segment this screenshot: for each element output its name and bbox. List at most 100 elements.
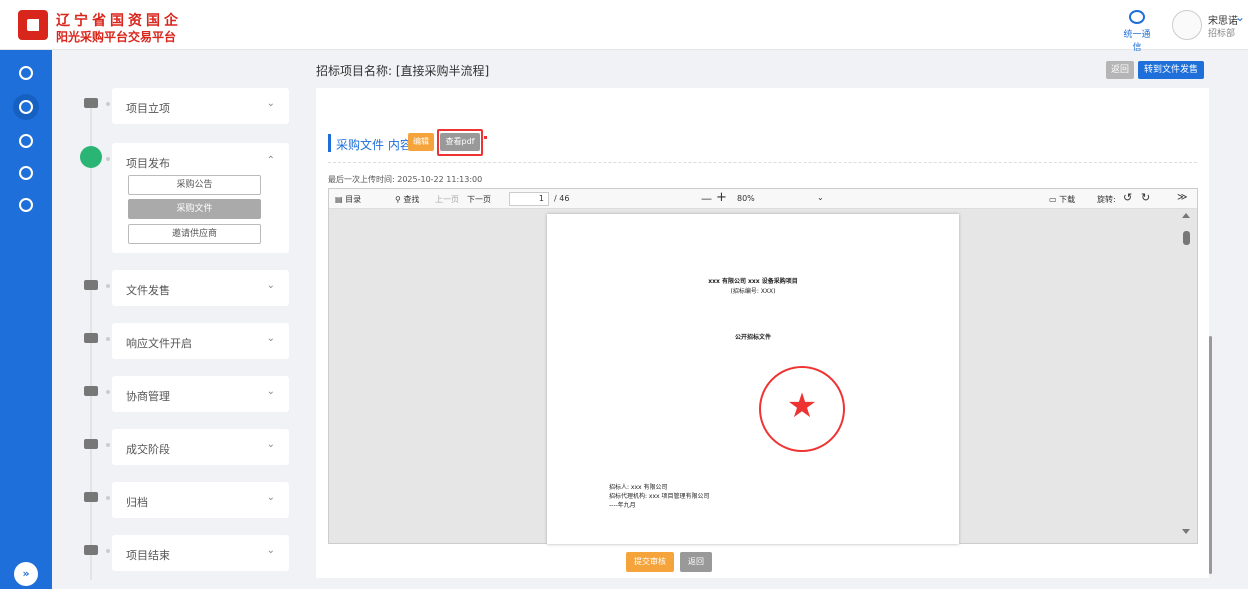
- timeline-dot: [106, 496, 110, 500]
- timeline-dot: [106, 157, 110, 161]
- step-project-initiation[interactable]: 项目立项 ⌄: [112, 88, 289, 124]
- user-name[interactable]: 宋思诺: [1208, 12, 1238, 27]
- scroll-thumb[interactable]: [1183, 231, 1190, 245]
- user-dept: 招标部: [1208, 29, 1236, 39]
- avatar[interactable]: [1172, 10, 1202, 40]
- chat-icon: [1129, 10, 1145, 24]
- page-scrollbar[interactable]: [1209, 336, 1212, 574]
- logo-icon: [18, 10, 48, 40]
- pdf-toolbar: ▤ 目录 ⚲ 查找 上一页 下一页 1 / 46 — + 80% ⌄ ▭ 下载 …: [329, 189, 1197, 209]
- download-label: 下载: [1059, 195, 1076, 204]
- chevron-down-icon[interactable]: ⌄: [267, 98, 275, 109]
- step-label: 归档: [126, 496, 148, 509]
- logo-title: 辽宁省国资国企: [56, 13, 182, 29]
- search-label: 查找: [403, 195, 420, 204]
- more-tools-button[interactable]: ≫: [1177, 192, 1187, 203]
- scroll-up-arrow[interactable]: [1182, 213, 1190, 218]
- step-label: 项目结束: [126, 549, 170, 562]
- sub-purchase-notice[interactable]: 采购公告: [128, 175, 261, 195]
- download-button[interactable]: ▭ 下载: [1049, 194, 1075, 205]
- folder-icon: ▭: [1049, 195, 1057, 204]
- search-button[interactable]: ⚲ 查找: [395, 194, 419, 205]
- doc-agency: 招标代理机构: xxx 项目管理有限公司: [609, 493, 710, 500]
- divider: [328, 162, 1197, 163]
- doc-tenderer: 招标人: xxx 有限公司: [609, 484, 668, 491]
- chevron-down-icon: ⌄: [817, 193, 824, 202]
- zoom-select[interactable]: 80% ⌄: [733, 192, 829, 206]
- step-response-open[interactable]: 响应文件开启 ⌄: [112, 323, 289, 359]
- unified-message-button[interactable]: 统一通信: [1120, 10, 1154, 53]
- prev-page-button[interactable]: 上一页: [435, 194, 459, 205]
- chevron-down-icon[interactable]: ⌄: [267, 280, 275, 291]
- sub-purchase-file[interactable]: 采购文件: [128, 199, 261, 219]
- doc-project-line: xxx 有限公司 xxx 设备采购项目: [708, 278, 798, 285]
- sidebar-toggle-button[interactable]: »: [14, 562, 38, 586]
- briefcase-icon: [80, 146, 102, 168]
- transfer-to-sale-button[interactable]: 转到文件发售: [1138, 61, 1204, 79]
- chevron-down-icon[interactable]: ⌄: [267, 439, 275, 450]
- step-transaction[interactable]: 成交阶段 ⌄: [112, 429, 289, 465]
- chevron-down-icon[interactable]: ⌄: [267, 492, 275, 503]
- step-label: 项目发布: [126, 157, 170, 170]
- timeline-dot: [106, 284, 110, 288]
- page-number-input[interactable]: 1: [509, 192, 549, 206]
- chevron-down-icon[interactable]: ⌄: [267, 386, 275, 397]
- rotate-cw-icon[interactable]: ↻: [1141, 191, 1150, 204]
- scroll-down-arrow[interactable]: [1182, 529, 1190, 534]
- step-label: 文件发售: [126, 284, 170, 297]
- step-archive[interactable]: 归档 ⌄: [112, 482, 289, 518]
- chevron-up-icon[interactable]: ⌃: [267, 155, 275, 166]
- zoom-out-button[interactable]: —: [701, 192, 712, 205]
- chevron-down-icon[interactable]: ⌄: [1235, 10, 1245, 24]
- zoom-in-button[interactable]: +: [716, 190, 727, 205]
- edit-button[interactable]: 编辑: [408, 133, 434, 151]
- highlight-box: [437, 129, 483, 156]
- user-icon[interactable]: [19, 134, 33, 148]
- pdf-page: xxx 有限公司 xxx 设备采购项目 (招标编号: XXX) 公开招标文件 ★…: [547, 214, 959, 544]
- step-label: 项目立项: [126, 102, 170, 115]
- timeline-dot: [106, 337, 110, 341]
- timeline-dot: [106, 549, 110, 553]
- left-sidebar: »: [0, 50, 52, 589]
- project-icon[interactable]: [19, 100, 33, 114]
- doc-date: ----年九月: [609, 502, 636, 509]
- submit-review-button[interactable]: 提交审核: [626, 552, 674, 572]
- red-seal-stamp: ★: [759, 366, 845, 452]
- briefcase-icon: [84, 492, 98, 502]
- chevron-down-icon[interactable]: ⌄: [267, 545, 275, 556]
- home-icon[interactable]: [19, 66, 33, 80]
- briefcase-icon: [84, 333, 98, 343]
- toc-button[interactable]: ▤ 目录: [335, 194, 361, 205]
- message-label: 统一通信: [1123, 30, 1151, 53]
- briefcase-icon: [84, 386, 98, 396]
- pdf-viewer[interactable]: ▤ 目录 ⚲ 查找 上一页 下一页 1 / 46 — + 80% ⌄ ▭ 下载 …: [328, 188, 1198, 544]
- next-page-button[interactable]: 下一页: [467, 194, 491, 205]
- star-icon: ★: [786, 386, 818, 426]
- briefcase-icon: [84, 280, 98, 290]
- info-icon[interactable]: [19, 198, 33, 212]
- sub-invite-supplier[interactable]: 邀请供应商: [128, 224, 261, 244]
- doc-tender-number: (招标编号: XXX): [730, 288, 776, 295]
- step-label: 响应文件开启: [126, 337, 192, 350]
- toc-label: 目录: [345, 195, 362, 204]
- step-project-release[interactable]: 项目发布 ⌃ 采购公告 采购文件 邀请供应商: [112, 143, 289, 253]
- doc-heading: 公开招标文件: [734, 334, 771, 341]
- top-header: 辽宁省国资国企 阳光采购平台交易平台 统一通信 宋思诺 招标部 ⌄: [0, 0, 1248, 53]
- briefcase-icon: [84, 439, 98, 449]
- pdf-scrollbar[interactable]: [1180, 211, 1194, 541]
- chevron-down-icon[interactable]: ⌄: [267, 333, 275, 344]
- back-button[interactable]: 返回: [1106, 61, 1134, 79]
- settings-icon[interactable]: [19, 166, 33, 180]
- back-bottom-button[interactable]: 返回: [680, 552, 712, 572]
- section-title: 采购文件 内容: [336, 138, 412, 152]
- total-pages: / 46: [554, 194, 570, 203]
- section-accent-bar: [328, 134, 331, 152]
- rotate-ccw-icon[interactable]: ↺: [1123, 191, 1132, 204]
- step-file-sale[interactable]: 文件发售 ⌄: [112, 270, 289, 306]
- highlight-marker: [484, 136, 487, 139]
- briefcase-icon: [84, 98, 98, 108]
- step-negotiation[interactable]: 协商管理 ⌄: [112, 376, 289, 412]
- logo-subtitle: 阳光采购平台交易平台: [56, 30, 177, 44]
- timeline-dot: [106, 390, 110, 394]
- step-project-end[interactable]: 项目结束 ⌄: [112, 535, 289, 571]
